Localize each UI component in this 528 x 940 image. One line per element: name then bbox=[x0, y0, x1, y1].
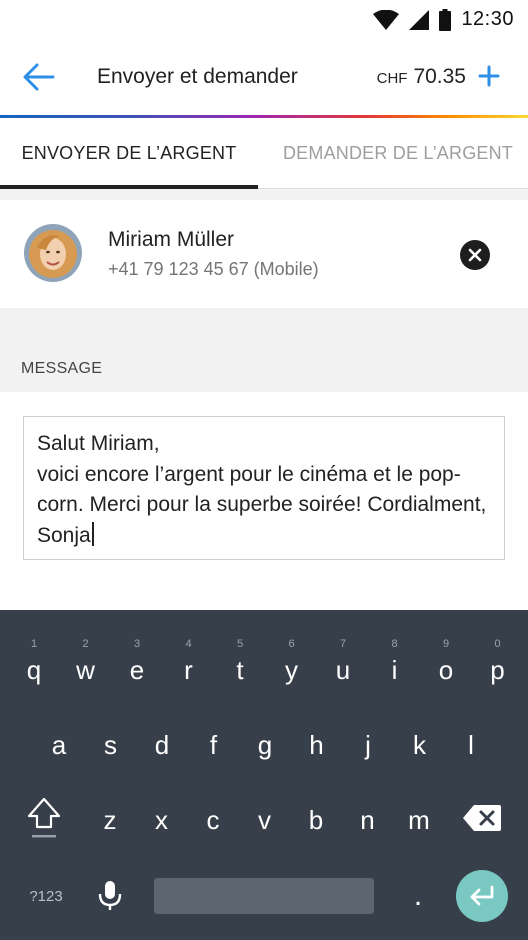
key-label: p bbox=[490, 655, 505, 685]
key-label: e bbox=[129, 655, 145, 685]
key-d[interactable]: d bbox=[137, 711, 187, 779]
key-o[interactable]: 9o bbox=[421, 636, 471, 704]
key-v[interactable]: v bbox=[240, 786, 290, 854]
text-cursor bbox=[91, 521, 94, 546]
wifi-icon bbox=[373, 9, 400, 30]
key-t[interactable]: 5t bbox=[215, 636, 265, 704]
key-f[interactable]: f bbox=[189, 711, 239, 779]
key-e[interactable]: 3e bbox=[112, 636, 162, 704]
shift-arrow-icon bbox=[27, 797, 61, 838]
period-key[interactable]: . bbox=[396, 862, 440, 930]
remove-recipient-icon[interactable] bbox=[460, 240, 490, 270]
key-x[interactable]: x bbox=[137, 786, 187, 854]
key-n[interactable]: n bbox=[343, 786, 393, 854]
key-number-hint: 2 bbox=[82, 638, 89, 650]
key-label: r bbox=[184, 655, 193, 685]
key-number-hint: 1 bbox=[30, 638, 38, 650]
balance-amount: 70.35 bbox=[413, 65, 466, 88]
key-q[interactable]: 1q bbox=[9, 636, 59, 704]
key-m[interactable]: m bbox=[394, 786, 444, 854]
recipient-card: Miriam Müller +41 79 123 45 67 (Mobile) bbox=[0, 200, 528, 308]
balance-currency: CHF bbox=[376, 70, 408, 87]
tab-bar: ENVOYER DE L’ARGENT DEMANDER DE L’ARGENT bbox=[0, 118, 528, 189]
key-s[interactable]: s bbox=[86, 711, 136, 779]
add-funds-plus-icon[interactable] bbox=[474, 58, 504, 94]
key-w[interactable]: 2w bbox=[61, 636, 111, 704]
key-number-hint: 7 bbox=[339, 638, 347, 650]
status-bar: 12:30 bbox=[0, 0, 528, 40]
key-k[interactable]: k bbox=[395, 711, 445, 779]
page-title: Envoyer et demander bbox=[97, 65, 298, 88]
backspace-key[interactable] bbox=[454, 784, 510, 852]
key-label: q bbox=[26, 655, 42, 685]
key-h[interactable]: h bbox=[292, 711, 342, 779]
key-g[interactable]: g bbox=[240, 711, 290, 779]
spacer bbox=[0, 189, 528, 200]
message-label: MESSAGE bbox=[21, 360, 103, 377]
recipient-name: Miriam Müller bbox=[108, 228, 234, 251]
battery-icon bbox=[439, 8, 452, 31]
key-number-hint: 9 bbox=[442, 638, 450, 650]
back-arrow-icon[interactable] bbox=[22, 60, 56, 94]
key-number-hint: 5 bbox=[236, 638, 244, 650]
key-p[interactable]: 0p bbox=[473, 636, 523, 704]
recipient-phone: +41 79 123 45 67 (Mobile) bbox=[108, 259, 319, 279]
tab-request-money[interactable]: DEMANDER DE L’ARGENT bbox=[258, 118, 528, 188]
key-label: w bbox=[76, 655, 95, 685]
key-label: t bbox=[236, 655, 244, 685]
key-y[interactable]: 6y bbox=[267, 636, 317, 704]
key-j[interactable]: j bbox=[343, 711, 393, 779]
key-label: o bbox=[438, 655, 454, 685]
enter-return-icon bbox=[470, 885, 494, 906]
avatar bbox=[24, 224, 82, 282]
voice-input-key[interactable] bbox=[88, 862, 132, 930]
key-label: y bbox=[285, 655, 298, 685]
key-number-hint: 6 bbox=[288, 638, 295, 650]
microphone-icon bbox=[98, 881, 122, 910]
key-l[interactable]: l bbox=[446, 711, 496, 779]
message-input[interactable]: Salut Miriam, voici encore l’argent pour… bbox=[23, 416, 505, 560]
key-z[interactable]: z bbox=[85, 786, 135, 854]
key-label: u bbox=[335, 655, 351, 685]
key-a[interactable]: a bbox=[34, 711, 84, 779]
backspace-icon bbox=[463, 805, 501, 831]
soft-keyboard: 1q2w3e4r5t6y7u8i9o0p asdfghjkl zxcvbnm ?… bbox=[0, 610, 528, 940]
key-i[interactable]: 8i bbox=[370, 636, 420, 704]
key-r[interactable]: 4r bbox=[164, 636, 214, 704]
key-b[interactable]: b bbox=[291, 786, 341, 854]
key-u[interactable]: 7u bbox=[318, 636, 368, 704]
key-number-hint: 0 bbox=[494, 638, 501, 650]
symbols-key[interactable]: ?123 bbox=[20, 862, 72, 930]
tab-send-money[interactable]: ENVOYER DE L’ARGENT bbox=[0, 118, 258, 188]
key-label: i bbox=[391, 655, 398, 685]
message-section-header bbox=[0, 308, 528, 392]
key-c[interactable]: c bbox=[188, 786, 238, 854]
spacebar-key[interactable] bbox=[154, 878, 374, 914]
clock: 12:30 bbox=[461, 8, 514, 30]
cell-signal-icon bbox=[409, 9, 430, 30]
key-number-hint: 8 bbox=[391, 638, 398, 650]
enter-key[interactable] bbox=[456, 870, 508, 922]
key-number-hint: 3 bbox=[133, 638, 141, 650]
shift-key[interactable] bbox=[18, 784, 70, 852]
balance-display: CHF 70.35 bbox=[377, 65, 466, 89]
key-number-hint: 4 bbox=[185, 638, 192, 650]
app-bar: Envoyer et demander CHF 70.35 bbox=[0, 40, 528, 116]
message-area: Salut Miriam, voici encore l’argent pour… bbox=[0, 392, 528, 610]
message-text: Salut Miriam, voici encore l’argent pour… bbox=[37, 432, 487, 547]
